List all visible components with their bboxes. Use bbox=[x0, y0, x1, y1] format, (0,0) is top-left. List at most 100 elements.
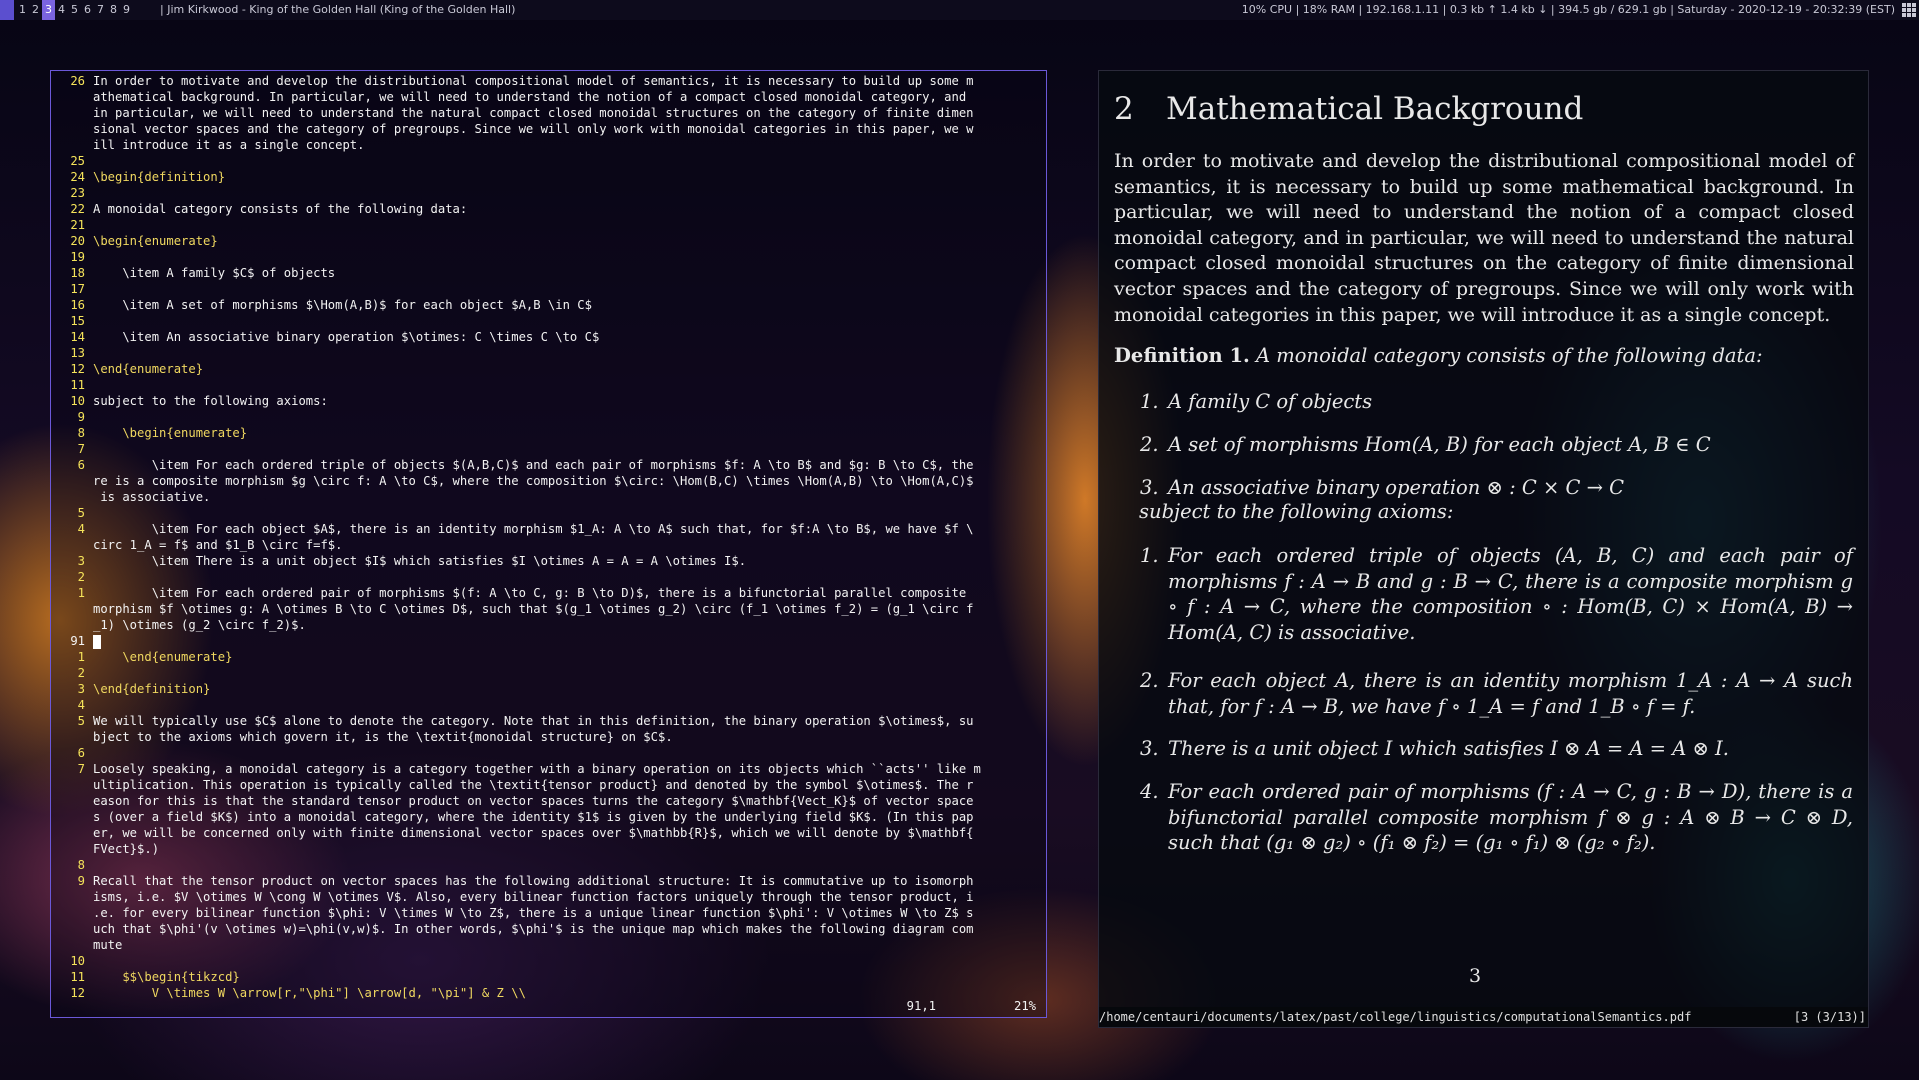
workspace-6[interactable]: 6 bbox=[81, 0, 94, 20]
editor-text-area[interactable]: 26 In order to motivate and develop the d… bbox=[55, 73, 1042, 1001]
editor-line[interactable]: 6 \item For each ordered triple of objec… bbox=[55, 457, 1042, 473]
editor-line[interactable]: uch that $\phi'(v \otimes w)=\phi(v,w)$.… bbox=[55, 921, 1042, 937]
editor-line[interactable]: bject to the axioms which govern it, is … bbox=[55, 729, 1042, 745]
editor-line[interactable]: is associative. bbox=[55, 489, 1042, 505]
line-text bbox=[93, 505, 1042, 521]
line-number: 11 bbox=[70, 378, 85, 392]
editor-line[interactable]: 24 \begin{definition} bbox=[55, 169, 1042, 185]
editor-line[interactable]: 23 bbox=[55, 185, 1042, 201]
workspace-5[interactable]: 5 bbox=[68, 0, 81, 20]
pdf-viewer[interactable]: 2 Mathematical Background In order to mot… bbox=[1098, 70, 1869, 1028]
editor-line[interactable]: 22 A monoidal category consists of the fo… bbox=[55, 201, 1042, 217]
item-text: For each object A, there is an identity … bbox=[1168, 669, 1853, 718]
editor-line[interactable]: 20 \begin{enumerate} bbox=[55, 233, 1042, 249]
line-number: 3 bbox=[77, 554, 85, 568]
workspace-7[interactable]: 7 bbox=[94, 0, 107, 20]
item-text: An associative binary operation ⊗ : C × … bbox=[1168, 476, 1625, 499]
editor-line[interactable]: 7 Loosely speaking, a monoidal category i… bbox=[55, 761, 1042, 777]
editor-line[interactable]: _1) \otimes (g_2 \circ f_2)$. bbox=[55, 617, 1042, 633]
workspace-9[interactable]: 9 bbox=[120, 0, 133, 20]
editor-line[interactable]: .e. for every bilinear function $\phi: V… bbox=[55, 905, 1042, 921]
line-number: 23 bbox=[70, 186, 85, 200]
line-number bbox=[55, 825, 93, 841]
line-text: Loosely speaking, a monoidal category is… bbox=[93, 762, 981, 776]
editor-line[interactable]: mute bbox=[55, 937, 1042, 953]
editor-line[interactable]: 1 \end{enumerate} bbox=[55, 649, 1042, 665]
definition-heading: Definition 1. A monoidal category consis… bbox=[1114, 344, 1763, 367]
wm-logo-icon[interactable] bbox=[0, 0, 14, 20]
line-text: isms, i.e. $V \otimes W \cong W \otimes … bbox=[93, 890, 974, 904]
workspace-3[interactable]: 3 bbox=[42, 0, 55, 20]
line-number: 2 bbox=[77, 666, 85, 680]
line-text bbox=[93, 217, 1042, 233]
editor-line[interactable]: re is a composite morphism $g \circ f: A… bbox=[55, 473, 1042, 489]
now-playing: | Jim Kirkwood - King of the Golden Hall… bbox=[160, 3, 516, 16]
editor-line[interactable]: athematical background. In particular, w… bbox=[55, 89, 1042, 105]
editor-line[interactable]: 3 \item There is a unit object $I$ which… bbox=[55, 553, 1042, 569]
line-text bbox=[93, 697, 1042, 713]
line-number bbox=[55, 841, 93, 857]
pdf-statusbar: /home/centauri/documents/latex/past/coll… bbox=[1099, 1007, 1868, 1027]
line-number: 14 bbox=[70, 330, 85, 344]
line-text: \begin{enumerate} bbox=[93, 234, 218, 248]
editor-line[interactable]: 19 bbox=[55, 249, 1042, 265]
editor-line[interactable]: eason for this is that the standard tens… bbox=[55, 793, 1042, 809]
editor-line[interactable]: 11 bbox=[55, 377, 1042, 393]
editor-line[interactable]: ill introduce it as a single concept. bbox=[55, 137, 1042, 153]
editor-line[interactable]: 18 \item A family $C$ of objects bbox=[55, 265, 1042, 281]
editor-line[interactable]: 17 bbox=[55, 281, 1042, 297]
line-number: 25 bbox=[70, 154, 85, 168]
editor-line[interactable]: 91 bbox=[55, 633, 1042, 649]
workspace-4[interactable]: 4 bbox=[55, 0, 68, 20]
editor-line[interactable]: 9 bbox=[55, 409, 1042, 425]
editor-line[interactable]: 2 bbox=[55, 665, 1042, 681]
editor-line[interactable]: morphism $f \otimes g: A \otimes B \to C… bbox=[55, 601, 1042, 617]
editor-line[interactable]: 15 bbox=[55, 313, 1042, 329]
editor-line[interactable]: 26 In order to motivate and develop the d… bbox=[55, 73, 1042, 89]
line-number: 11 bbox=[70, 970, 85, 984]
workspace-2[interactable]: 2 bbox=[29, 0, 42, 20]
intro-paragraph: In order to motivate and develop the dis… bbox=[1114, 150, 1854, 326]
workspace-1[interactable]: 1 bbox=[16, 0, 29, 20]
line-text: s (over a field $K$) into a monoidal cat… bbox=[93, 810, 974, 824]
editor-line[interactable]: FVect}$.) bbox=[55, 841, 1042, 857]
editor-line[interactable]: 7 bbox=[55, 441, 1042, 457]
editor-line[interactable]: 6 bbox=[55, 745, 1042, 761]
line-number bbox=[55, 729, 93, 745]
editor-line[interactable]: 14 \item An associative binary operation… bbox=[55, 329, 1042, 345]
editor-line[interactable]: 3 \end{definition} bbox=[55, 681, 1042, 697]
editor-line[interactable]: 8 bbox=[55, 857, 1042, 873]
editor-line[interactable]: 11 $$\begin{tikzcd} bbox=[55, 969, 1042, 985]
editor-line[interactable]: 16 \item A set of morphisms $\Hom(A,B)$ … bbox=[55, 297, 1042, 313]
editor-line[interactable]: er, we will be concerned only with finit… bbox=[55, 825, 1042, 841]
page-indicator: [3 (3/13)] bbox=[1793, 1010, 1866, 1024]
editor-line[interactable]: 12 \end{enumerate} bbox=[55, 361, 1042, 377]
editor-line[interactable]: circ 1_A = f$ and $1_B \circ f=f$. bbox=[55, 537, 1042, 553]
line-number bbox=[55, 921, 93, 937]
editor-line[interactable]: isms, i.e. $V \otimes W \cong W \otimes … bbox=[55, 889, 1042, 905]
editor-line[interactable]: 13 bbox=[55, 345, 1042, 361]
line-number: 6 bbox=[77, 746, 85, 760]
line-text: .e. for every bilinear function $\phi: V… bbox=[93, 906, 974, 920]
editor-line[interactable]: ultiplication. This operation is typical… bbox=[55, 777, 1042, 793]
editor-line[interactable]: 4 \item For each object $A$, there is an… bbox=[55, 521, 1042, 537]
line-number bbox=[55, 809, 93, 825]
editor-line[interactable]: 21 bbox=[55, 217, 1042, 233]
app-grid-icon[interactable] bbox=[1902, 3, 1916, 17]
editor-line[interactable]: in particular, we will need to understan… bbox=[55, 105, 1042, 121]
editor-line[interactable]: sional vector spaces and the category of… bbox=[55, 121, 1042, 137]
editor-line[interactable]: 2 bbox=[55, 569, 1042, 585]
editor-line[interactable]: 10 subject to the following axioms: bbox=[55, 393, 1042, 409]
editor-line[interactable]: 5 We will typically use $C$ alone to deno… bbox=[55, 713, 1042, 729]
editor-line[interactable]: 5 bbox=[55, 505, 1042, 521]
editor-line[interactable]: 9 Recall that the tensor product on vecto… bbox=[55, 873, 1042, 889]
workspace-8[interactable]: 8 bbox=[107, 0, 120, 20]
editor-line[interactable]: s (over a field $K$) into a monoidal cat… bbox=[55, 809, 1042, 825]
editor-line[interactable]: 25 bbox=[55, 153, 1042, 169]
line-number: 12 bbox=[70, 362, 85, 376]
editor-line[interactable]: 8 \begin{enumerate} bbox=[55, 425, 1042, 441]
editor-line[interactable]: 10 bbox=[55, 953, 1042, 969]
editor-line[interactable]: 1 \item For each ordered pair of morphis… bbox=[55, 585, 1042, 601]
vim-editor[interactable]: 26 In order to motivate and develop the d… bbox=[50, 70, 1047, 1018]
editor-line[interactable]: 4 bbox=[55, 697, 1042, 713]
